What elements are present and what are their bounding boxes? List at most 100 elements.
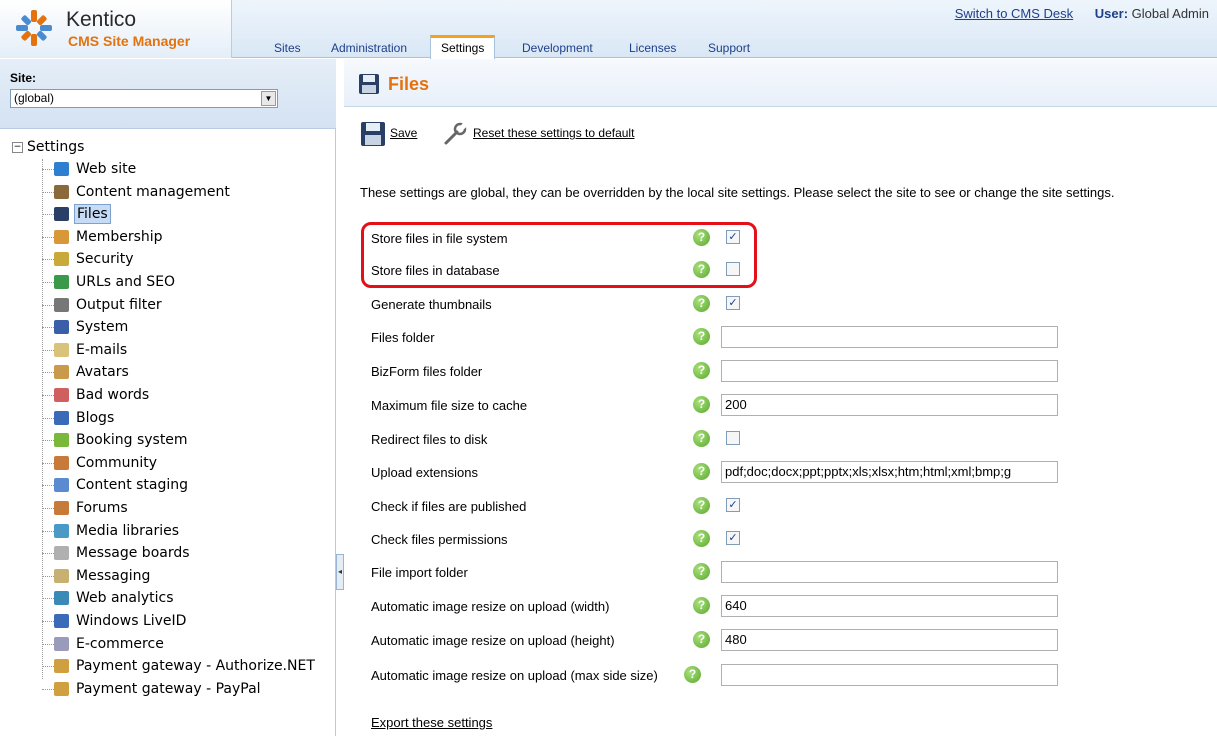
setting-textbox[interactable]: 640	[721, 595, 1058, 617]
save-button[interactable]: Save	[390, 126, 417, 140]
user-area: Switch to CMS Desk User: Global Admin	[955, 6, 1209, 21]
tree-root-settings[interactable]: − Settings	[12, 137, 84, 157]
tab-settings[interactable]: Settings	[430, 35, 496, 59]
setting-row-upload-extensions: Upload extensions? pdf;doc;docx;ppt;pptx;…	[371, 460, 1061, 486]
help-icon[interactable]: ?	[693, 497, 710, 514]
tree-item-label: Blogs	[76, 409, 115, 426]
tab-development[interactable]: Development	[512, 38, 603, 58]
setting-textbox[interactable]	[721, 326, 1058, 348]
save-icon[interactable]	[360, 121, 386, 147]
setting-label: Check files permissions	[371, 532, 508, 547]
help-icon[interactable]: ?	[693, 463, 710, 480]
setting-row-check-files-permissions: Check files permissions? ✓	[371, 527, 1061, 553]
analytics-icon	[54, 591, 69, 606]
tree-item-label: Payment gateway - Authorize.NET	[76, 658, 315, 675]
setting-checkbox[interactable]: ✓	[726, 296, 740, 310]
wrench-icon[interactable]	[442, 121, 468, 147]
setting-row-automatic-image-resize-on-upload-height: Automatic image resize on upload (height…	[371, 628, 1061, 654]
setting-checkbox[interactable]	[726, 431, 740, 445]
setting-label: Generate thumbnails	[371, 297, 492, 312]
site-label: Site:	[10, 71, 37, 85]
help-icon[interactable]: ?	[693, 396, 710, 413]
help-icon[interactable]: ?	[693, 430, 710, 447]
forbidden-icon	[54, 388, 69, 402]
help-icon[interactable]: ?	[693, 597, 710, 614]
setting-textbox[interactable]: 200	[721, 394, 1058, 416]
tree-item-label: Files	[74, 204, 111, 225]
setting-textbox[interactable]: pdf;doc;docx;ppt;pptx;xls;xlsx;htm;html;…	[721, 461, 1058, 483]
help-icon[interactable]: ?	[693, 563, 710, 580]
setting-label: Automatic image resize on upload (max si…	[371, 668, 658, 683]
help-icon[interactable]: ?	[693, 295, 710, 312]
highlight-annotation	[361, 222, 757, 288]
toolbar: Save Reset these settings to default	[344, 117, 1217, 153]
site-select-value: (global)	[14, 91, 55, 105]
tab-licenses[interactable]: Licenses	[619, 38, 686, 58]
dropdown-arrow-icon[interactable]: ▼	[261, 91, 276, 106]
header: Kentico CMS Site Manager Switch to CMS D…	[0, 0, 1217, 59]
avatar-icon	[54, 365, 69, 380]
help-icon[interactable]: ?	[684, 666, 701, 683]
setting-textbox[interactable]: 480	[721, 629, 1058, 651]
user-label: User:	[1094, 6, 1129, 21]
help-icon[interactable]: ?	[693, 530, 710, 547]
setting-label: Files folder	[371, 330, 435, 345]
setting-label: Redirect files to disk	[371, 432, 488, 447]
setting-checkbox[interactable]: ✓	[726, 498, 740, 512]
tree-item-label: Security	[76, 251, 134, 268]
setting-row-file-import-folder: File import folder?	[371, 560, 1061, 586]
setting-label: Automatic image resize on upload (width)	[371, 599, 610, 614]
tree-item-label: E-commerce	[76, 635, 164, 652]
tree-item-label: Content management	[76, 183, 230, 200]
main-tabs: Sites Administration Settings Developmen…	[0, 35, 1217, 59]
envelope-icon	[54, 342, 69, 357]
setting-checkbox[interactable]: ✓	[726, 531, 740, 545]
help-icon[interactable]: ?	[693, 362, 710, 379]
content-pane: Files Save Reset these settings to defau…	[344, 59, 1217, 736]
setting-row-generate-thumbnails: Generate thumbnails? ✓	[371, 292, 1061, 318]
export-settings-link[interactable]: Export these settings	[371, 715, 492, 730]
forum-icon	[54, 501, 69, 515]
tab-support[interactable]: Support	[698, 38, 760, 58]
tree-item-label: Media libraries	[76, 522, 180, 539]
network-icon	[54, 275, 69, 289]
card-icon	[54, 681, 69, 696]
reset-settings-button[interactable]: Reset these settings to default	[473, 126, 634, 140]
setting-row-files-folder: Files folder?	[371, 325, 1061, 351]
book-icon	[54, 410, 69, 425]
tab-sites[interactable]: Sites	[264, 38, 311, 58]
setting-label: BizForm files folder	[371, 364, 483, 379]
tree-item-label: System	[76, 319, 129, 336]
setting-textbox[interactable]	[721, 561, 1058, 583]
tree-item-label: Messaging	[76, 567, 151, 584]
tab-administration[interactable]: Administration	[321, 38, 417, 58]
card-icon	[54, 659, 69, 674]
setting-textbox[interactable]	[721, 360, 1058, 382]
liveid-icon	[54, 614, 69, 628]
setting-textbox[interactable]	[721, 664, 1058, 686]
collapse-icon[interactable]: −	[12, 141, 23, 153]
media-icon	[54, 523, 69, 538]
staging-icon	[54, 478, 69, 493]
tree-item-label: Bad words	[76, 387, 150, 403]
user-icon	[54, 229, 69, 244]
help-icon[interactable]: ?	[693, 631, 710, 648]
tree-item-label: Web site	[76, 161, 137, 177]
switch-to-cms-desk-link[interactable]: Switch to CMS Desk	[955, 6, 1073, 21]
tree-item-label: Windows LiveID	[76, 613, 187, 629]
tree-item-label: Message boards	[76, 545, 190, 562]
pen-icon	[54, 184, 69, 199]
page-title: Files	[388, 74, 430, 94]
cart-icon	[54, 636, 69, 651]
tree-item-label: Output filter	[76, 296, 162, 313]
tree-root-label: Settings	[27, 139, 85, 155]
help-icon[interactable]: ?	[693, 328, 710, 345]
filter-icon	[54, 297, 69, 312]
site-select[interactable]: (global) ▼	[10, 89, 278, 108]
envelope-icon	[54, 568, 69, 583]
globe-icon	[54, 162, 69, 176]
tree-item-label: Web analytics	[76, 590, 174, 607]
pane-splitter[interactable]: ◂	[336, 554, 344, 590]
tree-item-label: URLs and SEO	[76, 274, 176, 290]
setting-row-maximum-file-size-to-cache: Maximum file size to cache? 200	[371, 393, 1061, 419]
